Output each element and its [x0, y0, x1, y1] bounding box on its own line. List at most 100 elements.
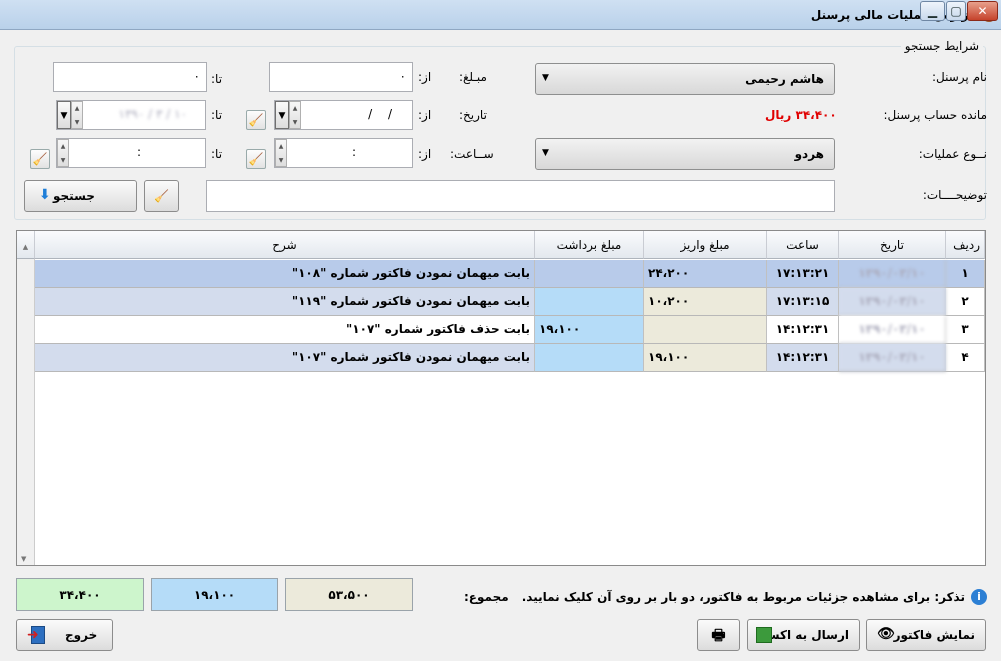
spin-up-icon[interactable]: ▲ — [72, 102, 82, 116]
cell-col-date: ۱۳۹۰/۰۳/۱۰ — [839, 316, 946, 344]
personnel-combo[interactable]: هاشم رحیمی ▼ — [535, 63, 835, 95]
maximize-button[interactable]: ▢ — [946, 1, 966, 21]
send-excel-button[interactable]: ارسال به اکسل — [747, 619, 860, 651]
spin-up-icon[interactable]: ▲ — [58, 140, 68, 154]
cell-col-time: ۱۴:۱۲:۳۱ — [767, 316, 839, 344]
cell-col-deposit: ۱۹،۱۰۰ — [644, 344, 767, 372]
amount-from-input[interactable]: ۰ — [269, 62, 413, 92]
spin-down-icon[interactable]: ▼ — [276, 154, 286, 168]
spin-down-icon[interactable]: ▼ — [58, 154, 68, 168]
info-icon: i — [971, 589, 987, 605]
date-to-input[interactable]: ▼ ▲ ▼ ۱۳۹۰ / ۳ / ۱۰ — [56, 100, 206, 130]
header-col-time[interactable]: ساعت — [767, 231, 839, 259]
spin-up-icon[interactable]: ▲ — [290, 102, 300, 116]
sort-icon: ▲ — [22, 243, 29, 251]
description-label: توضیحــــات: — [922, 188, 987, 202]
time-to-spinner[interactable]: ▲ ▼ — [57, 139, 69, 167]
chevron-down-icon: ▼ — [542, 148, 549, 158]
transactions-table[interactable]: ▲ ردیف تاریخ ساعت مبلغ واریز مبلغ برداشت شرح … — [16, 230, 986, 566]
cell-col-time: ۱۷:۱۳:۲۱ — [767, 260, 839, 288]
cell-col-deposit: ۲۴،۲۰۰ — [644, 260, 767, 288]
arrow-down-icon: ⬇ — [39, 187, 51, 203]
print-button[interactable]: 🖶 — [697, 619, 740, 651]
clear-all-button[interactable]: 🧹 — [144, 180, 179, 212]
eye-icon: 👁 — [877, 626, 895, 642]
exit-button[interactable]: خروج ➜ — [16, 619, 113, 651]
cell-col-time: ۱۴:۱۲:۳۱ — [767, 344, 839, 372]
operation-combo[interactable]: هردو ▼ — [535, 138, 835, 170]
header-col-withdraw[interactable]: مبلغ برداشت — [535, 231, 644, 259]
brush-icon: 🧹 — [32, 152, 48, 166]
time-to-value: : — [136, 145, 141, 159]
spin-down-icon[interactable]: ▼ — [72, 116, 82, 130]
date-from-spinner[interactable]: ▲ ▼ — [289, 101, 301, 129]
scroll-down-icon[interactable]: ▼ — [21, 555, 26, 563]
amount-from-label: از: — [418, 70, 432, 84]
amount-to-value: ۰ — [193, 69, 200, 83]
minimize-button[interactable]: ▁ — [920, 1, 945, 21]
cell-col-date: ۱۳۹۰/۰۳/۱۰ — [839, 344, 946, 372]
sum-balance: ۳۴،۴۰۰ — [16, 578, 144, 611]
clear-time-to-button[interactable]: 🧹 — [30, 149, 50, 169]
header-col-deposit[interactable]: مبلغ واریز — [644, 231, 767, 259]
cell-col-withdraw — [535, 288, 644, 316]
exit-label: خروج — [65, 628, 98, 642]
search-button-label: جستجو — [53, 189, 95, 203]
operation-value: هردو — [794, 147, 824, 161]
sum-withdraw: ۱۹،۱۰۰ — [151, 578, 278, 611]
date-to-value: ۱۳۹۰ / ۳ / ۱۰ — [118, 107, 187, 121]
balance-label: مانده حساب پرسنل: — [883, 108, 987, 122]
sum-label: مجموع: — [464, 590, 509, 604]
description-input[interactable] — [206, 180, 835, 212]
amount-to-label: تا: — [211, 72, 223, 86]
amount-to-input[interactable]: ۰ — [53, 62, 207, 92]
brush-icon: 🧹 — [248, 152, 264, 166]
time-to-input[interactable]: ▲ ▼ : — [56, 138, 206, 168]
operation-label: نــوع عملیات: — [918, 147, 987, 161]
time-label: ســاعت: — [450, 147, 494, 161]
cell-col-row: ۴ — [946, 344, 985, 372]
date-to-dropdown[interactable]: ▼ — [57, 101, 71, 129]
show-invoice-button[interactable]: نمایش فاکتور 👁 — [866, 619, 986, 651]
date-to-spinner[interactable]: ▲ ▼ — [71, 101, 83, 129]
clear-time-from-button[interactable]: 🧹 — [246, 149, 266, 169]
excel-icon — [756, 627, 772, 643]
date-from-value: / / — [368, 107, 392, 121]
search-group-title: شرایط جستجو — [900, 39, 983, 53]
date-from-dropdown[interactable]: ▼ — [275, 101, 289, 129]
header-col-desc[interactable]: شرح — [35, 231, 535, 259]
show-invoice-label: نمایش فاکتور — [893, 628, 975, 642]
cell-col-row: ۱ — [946, 260, 985, 288]
brush-icon: 🧹 — [248, 113, 264, 127]
vertical-scrollbar[interactable]: ▼ — [17, 259, 35, 565]
clear-date-from-button[interactable]: 🧹 — [246, 110, 266, 130]
time-from-input[interactable]: ▲ ▼ : — [274, 138, 413, 168]
amount-label: مبـلغ: — [459, 70, 487, 84]
cell-col-desc: بابت حذف فاکتور شماره "۱۰۷" — [35, 316, 535, 344]
date-from-input[interactable]: ▼ ▲ ▼ / / — [274, 100, 413, 130]
time-to-label: تا: — [211, 147, 223, 161]
sum-deposit: ۵۳،۵۰۰ — [285, 578, 413, 611]
cell-col-time: ۱۷:۱۳:۱۵ — [767, 288, 839, 316]
cell-col-desc: بابت میهمان نمودن فاکتور شماره "۱۰۸" — [35, 260, 535, 288]
cell-col-withdraw — [535, 344, 644, 372]
table-corner: ▲ — [17, 231, 35, 259]
time-from-value: : — [351, 145, 356, 159]
amount-from-value: ۰ — [399, 69, 406, 83]
note-text: تذکر: برای مشاهده جزئیات مربوط به فاکتور… — [521, 590, 965, 604]
date-from-label: از: — [418, 108, 432, 122]
cell-col-row: ۲ — [946, 288, 985, 316]
spin-up-icon[interactable]: ▲ — [276, 140, 286, 154]
cell-col-desc: بابت میهمان نمودن فاکتور شماره "۱۱۹" — [35, 288, 535, 316]
cell-col-date: ۱۳۹۰/۰۳/۱۰ — [839, 260, 946, 288]
time-from-spinner[interactable]: ▲ ▼ — [275, 139, 287, 167]
header-col-date[interactable]: تاریخ — [839, 231, 946, 259]
chevron-down-icon: ▼ — [542, 73, 549, 83]
date-label: تاریخ: — [459, 108, 487, 122]
cell-col-deposit — [644, 316, 767, 344]
personnel-value: هاشم رحیمی — [745, 72, 824, 86]
header-col-row[interactable]: ردیف — [946, 231, 985, 259]
spin-down-icon[interactable]: ▼ — [290, 116, 300, 130]
close-button[interactable]: ✕ — [967, 1, 998, 21]
search-button[interactable]: ⬇ جستجو — [24, 180, 137, 212]
